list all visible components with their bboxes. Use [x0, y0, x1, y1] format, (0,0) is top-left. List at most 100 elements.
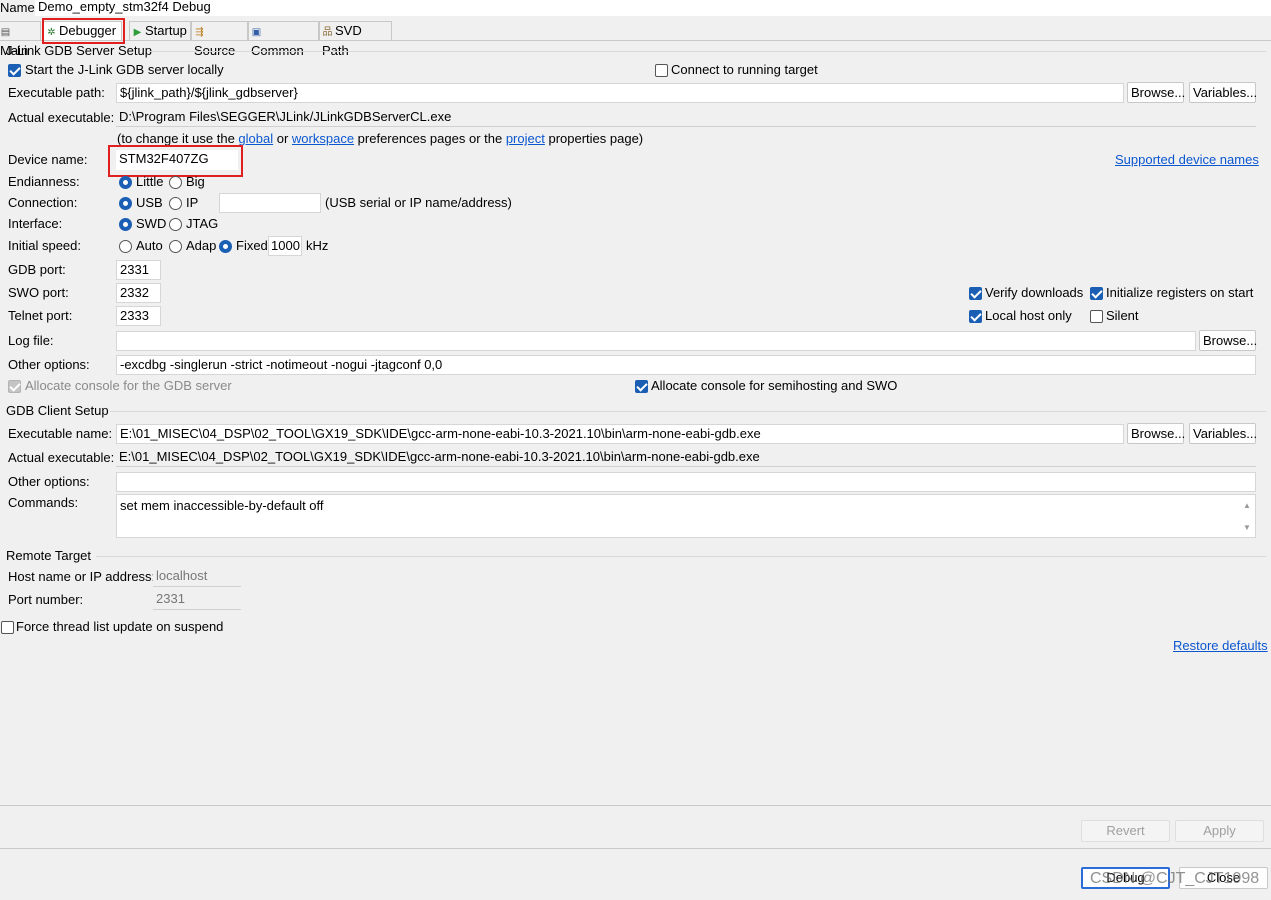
swo-port-input[interactable]: 2332	[116, 283, 161, 303]
gdb-variables-button[interactable]: Variables...	[1189, 423, 1257, 444]
verify-downloads-label: Verify downloads	[985, 285, 1084, 300]
conn-usb-label: USB	[136, 195, 163, 210]
supported-devices-link[interactable]: Supported device names	[1115, 151, 1259, 169]
exec-path-input[interactable]: ${jlink_path}/${jlink_gdbserver}	[116, 83, 1124, 103]
initial-speed-label: Initial speed:	[8, 238, 81, 253]
tab-main[interactable]: ▤Main	[0, 21, 41, 58]
if-jtag-label: JTAG	[186, 216, 219, 231]
gdb-browse-button[interactable]: Browse...	[1127, 423, 1185, 444]
alloc-console-gdb-checkbox[interactable]	[8, 380, 21, 393]
server-other-options-input[interactable]: -excdbg -singlerun -strict -notimeout -n…	[116, 355, 1256, 375]
speed-adaptive-radio[interactable]	[169, 240, 182, 253]
gdb-port-label: GDB port:	[8, 262, 66, 277]
host-input[interactable]: localhost	[153, 567, 241, 587]
separator-top	[0, 805, 1271, 806]
gdb-actual-exec-label: Actual executable:	[8, 450, 115, 465]
project-properties-link[interactable]: project	[506, 131, 545, 146]
telnet-port-input[interactable]: 2333	[116, 306, 161, 326]
tab-startup[interactable]: ▶ Startup	[129, 21, 191, 40]
config-name-input[interactable]: Demo_empty_stm32f4 Debug	[35, 0, 1271, 16]
verify-downloads-checkbox[interactable]	[969, 287, 982, 300]
jlink-variables-button[interactable]: Variables...	[1189, 82, 1257, 103]
name-label: Name:	[0, 0, 39, 15]
revert-button[interactable]: Revert	[1081, 820, 1170, 842]
force-thread-label: Force thread list update on suspend	[16, 619, 224, 634]
conn-usb-radio[interactable]	[119, 197, 132, 210]
speed-unit: kHz	[306, 238, 329, 253]
log-file-input[interactable]	[116, 331, 1196, 351]
gdb-other-options-input[interactable]	[116, 472, 1256, 492]
if-swd-radio[interactable]	[119, 218, 132, 231]
restore-defaults-link[interactable]: Restore defaults	[1173, 637, 1268, 655]
port-number-input[interactable]: 2331	[153, 590, 241, 610]
server-other-options-label: Other options:	[8, 357, 90, 372]
workspace-preferences-link[interactable]: workspace	[292, 131, 354, 146]
gdb-client-group-title: GDB Client Setup	[6, 403, 109, 418]
gdb-port-input[interactable]: 2331	[116, 260, 161, 280]
gdb-exec-name-input[interactable]: E:\01_MISEC\04_DSP\02_TOOL\GX19_SDK\IDE\…	[116, 424, 1124, 444]
silent-label: Silent	[1106, 308, 1139, 323]
force-thread-checkbox[interactable]	[1, 621, 14, 634]
swo-port-label: SWO port:	[8, 285, 69, 300]
jlink-group-title: J-Link GDB Server Setup	[6, 43, 152, 58]
scroll-down-icon[interactable]: ▼	[1243, 523, 1251, 532]
actual-exec-value: D:\Program Files\SEGGER\JLink/JLinkGDBSe…	[116, 108, 1256, 127]
scroll-up-icon[interactable]: ▲	[1243, 501, 1251, 510]
speed-fixed-radio[interactable]	[219, 240, 232, 253]
speed-auto-radio[interactable]	[119, 240, 132, 253]
log-browse-button[interactable]: Browse...	[1199, 330, 1257, 351]
preferences-note: (to change it use the global or workspac…	[117, 131, 644, 146]
speed-fixed-label: Fixed	[236, 238, 268, 253]
tab-debugger[interactable]: ✲ Debugger	[43, 21, 122, 41]
if-swd-label: SWD	[136, 216, 167, 231]
watermark-text: CSDN @CJT_CJT1998	[1090, 870, 1260, 887]
alloc-console-semi-checkbox[interactable]	[635, 380, 648, 393]
telnet-port-label: Telnet port:	[8, 308, 73, 323]
tab-common[interactable]: ▣Common	[248, 21, 319, 58]
connection-label: Connection:	[8, 195, 78, 210]
local-host-only-checkbox[interactable]	[969, 310, 982, 323]
jlink-browse-button[interactable]: Browse...	[1127, 82, 1185, 103]
apply-button[interactable]: Apply	[1175, 820, 1264, 842]
remote-group-title: Remote Target	[6, 548, 92, 563]
local-host-only-label: Local host only	[985, 308, 1072, 323]
gdb-actual-exec-value: E:\01_MISEC\04_DSP\02_TOOL\GX19_SDK\IDE\…	[116, 448, 1256, 467]
gdb-client-group-border	[110, 411, 1266, 412]
speed-adaptive-label: Adap	[186, 238, 217, 253]
start-locally-label: Start the J-Link GDB server locally	[25, 62, 224, 77]
gdb-commands-label: Commands:	[8, 495, 79, 510]
conn-address-input[interactable]	[219, 193, 321, 213]
device-name-input[interactable]: STM32F407ZG	[116, 150, 238, 170]
actual-exec-label: Actual executable:	[8, 110, 115, 125]
port-number-label: Port number:	[8, 592, 84, 607]
speed-value-input[interactable]: 1000	[268, 236, 302, 256]
global-preferences-link[interactable]: global	[238, 131, 273, 146]
endianness-label: Endianness:	[8, 174, 80, 189]
conn-ip-radio[interactable]	[169, 197, 182, 210]
tab-svd-path[interactable]: 品 SVD Path	[319, 21, 392, 58]
connect-running-checkbox[interactable]	[655, 64, 668, 77]
exec-path-label: Executable path:	[8, 85, 105, 100]
endian-little-radio[interactable]	[119, 176, 132, 189]
conn-hint: (USB serial or IP name/address)	[325, 195, 512, 210]
commands-scrollbar[interactable]: ▲ ▼	[1239, 495, 1255, 537]
remote-group-border	[96, 556, 1266, 557]
start-locally-checkbox[interactable]	[8, 64, 21, 77]
if-jtag-radio[interactable]	[169, 218, 182, 231]
connect-running-label: Connect to running target	[671, 62, 818, 77]
tab-source[interactable]: ⇶Source	[191, 21, 248, 58]
interface-label: Interface:	[8, 216, 63, 231]
silent-checkbox[interactable]	[1090, 310, 1103, 323]
alloc-console-gdb-label: Allocate console for the GDB server	[25, 378, 232, 393]
gdb-other-options-label: Other options:	[8, 474, 90, 489]
init-registers-checkbox[interactable]	[1090, 287, 1103, 300]
endian-little-label: Little	[136, 174, 164, 189]
endian-big-label: Big	[186, 174, 205, 189]
gdb-commands-textarea[interactable]: set mem inaccessible-by-default off	[116, 494, 1256, 538]
endian-big-radio[interactable]	[169, 176, 182, 189]
gdb-exec-name-label: Executable name:	[8, 426, 113, 441]
speed-auto-label: Auto	[136, 238, 163, 253]
alloc-console-semi-label: Allocate console for semihosting and SWO	[651, 378, 898, 393]
init-registers-label: Initialize registers on start	[1106, 285, 1254, 300]
host-label: Host name or IP address:	[8, 569, 156, 584]
